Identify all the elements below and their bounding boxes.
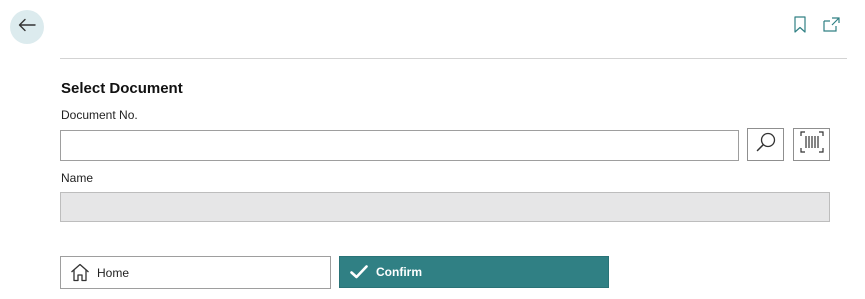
open-in-new-window-icon — [822, 17, 840, 37]
confirm-button-label: Confirm — [376, 265, 422, 279]
select-document-page: Select Document Document No. Name Home C… — [0, 0, 865, 299]
section-title: Select Document — [61, 80, 183, 97]
barcode-scan-icon — [799, 131, 824, 158]
home-icon — [70, 263, 90, 283]
confirm-button[interactable]: Confirm — [339, 256, 609, 288]
name-label: Name — [61, 171, 94, 185]
search-icon — [755, 131, 777, 158]
bookmark-icon — [794, 16, 806, 38]
document-no-input[interactable] — [60, 130, 739, 161]
bookmark-button[interactable] — [790, 16, 810, 38]
barcode-scan-button[interactable] — [793, 128, 830, 161]
home-button-label: Home — [97, 265, 130, 280]
home-button[interactable]: Home — [60, 256, 331, 289]
name-field — [60, 192, 830, 222]
header-divider — [60, 58, 847, 59]
checkmark-icon — [349, 262, 369, 282]
document-lookup-button[interactable] — [747, 128, 784, 161]
open-in-new-window-button[interactable] — [821, 17, 841, 37]
back-button[interactable] — [10, 10, 44, 44]
document-no-label: Document No. — [61, 108, 138, 122]
arrow-left-icon — [18, 18, 36, 37]
